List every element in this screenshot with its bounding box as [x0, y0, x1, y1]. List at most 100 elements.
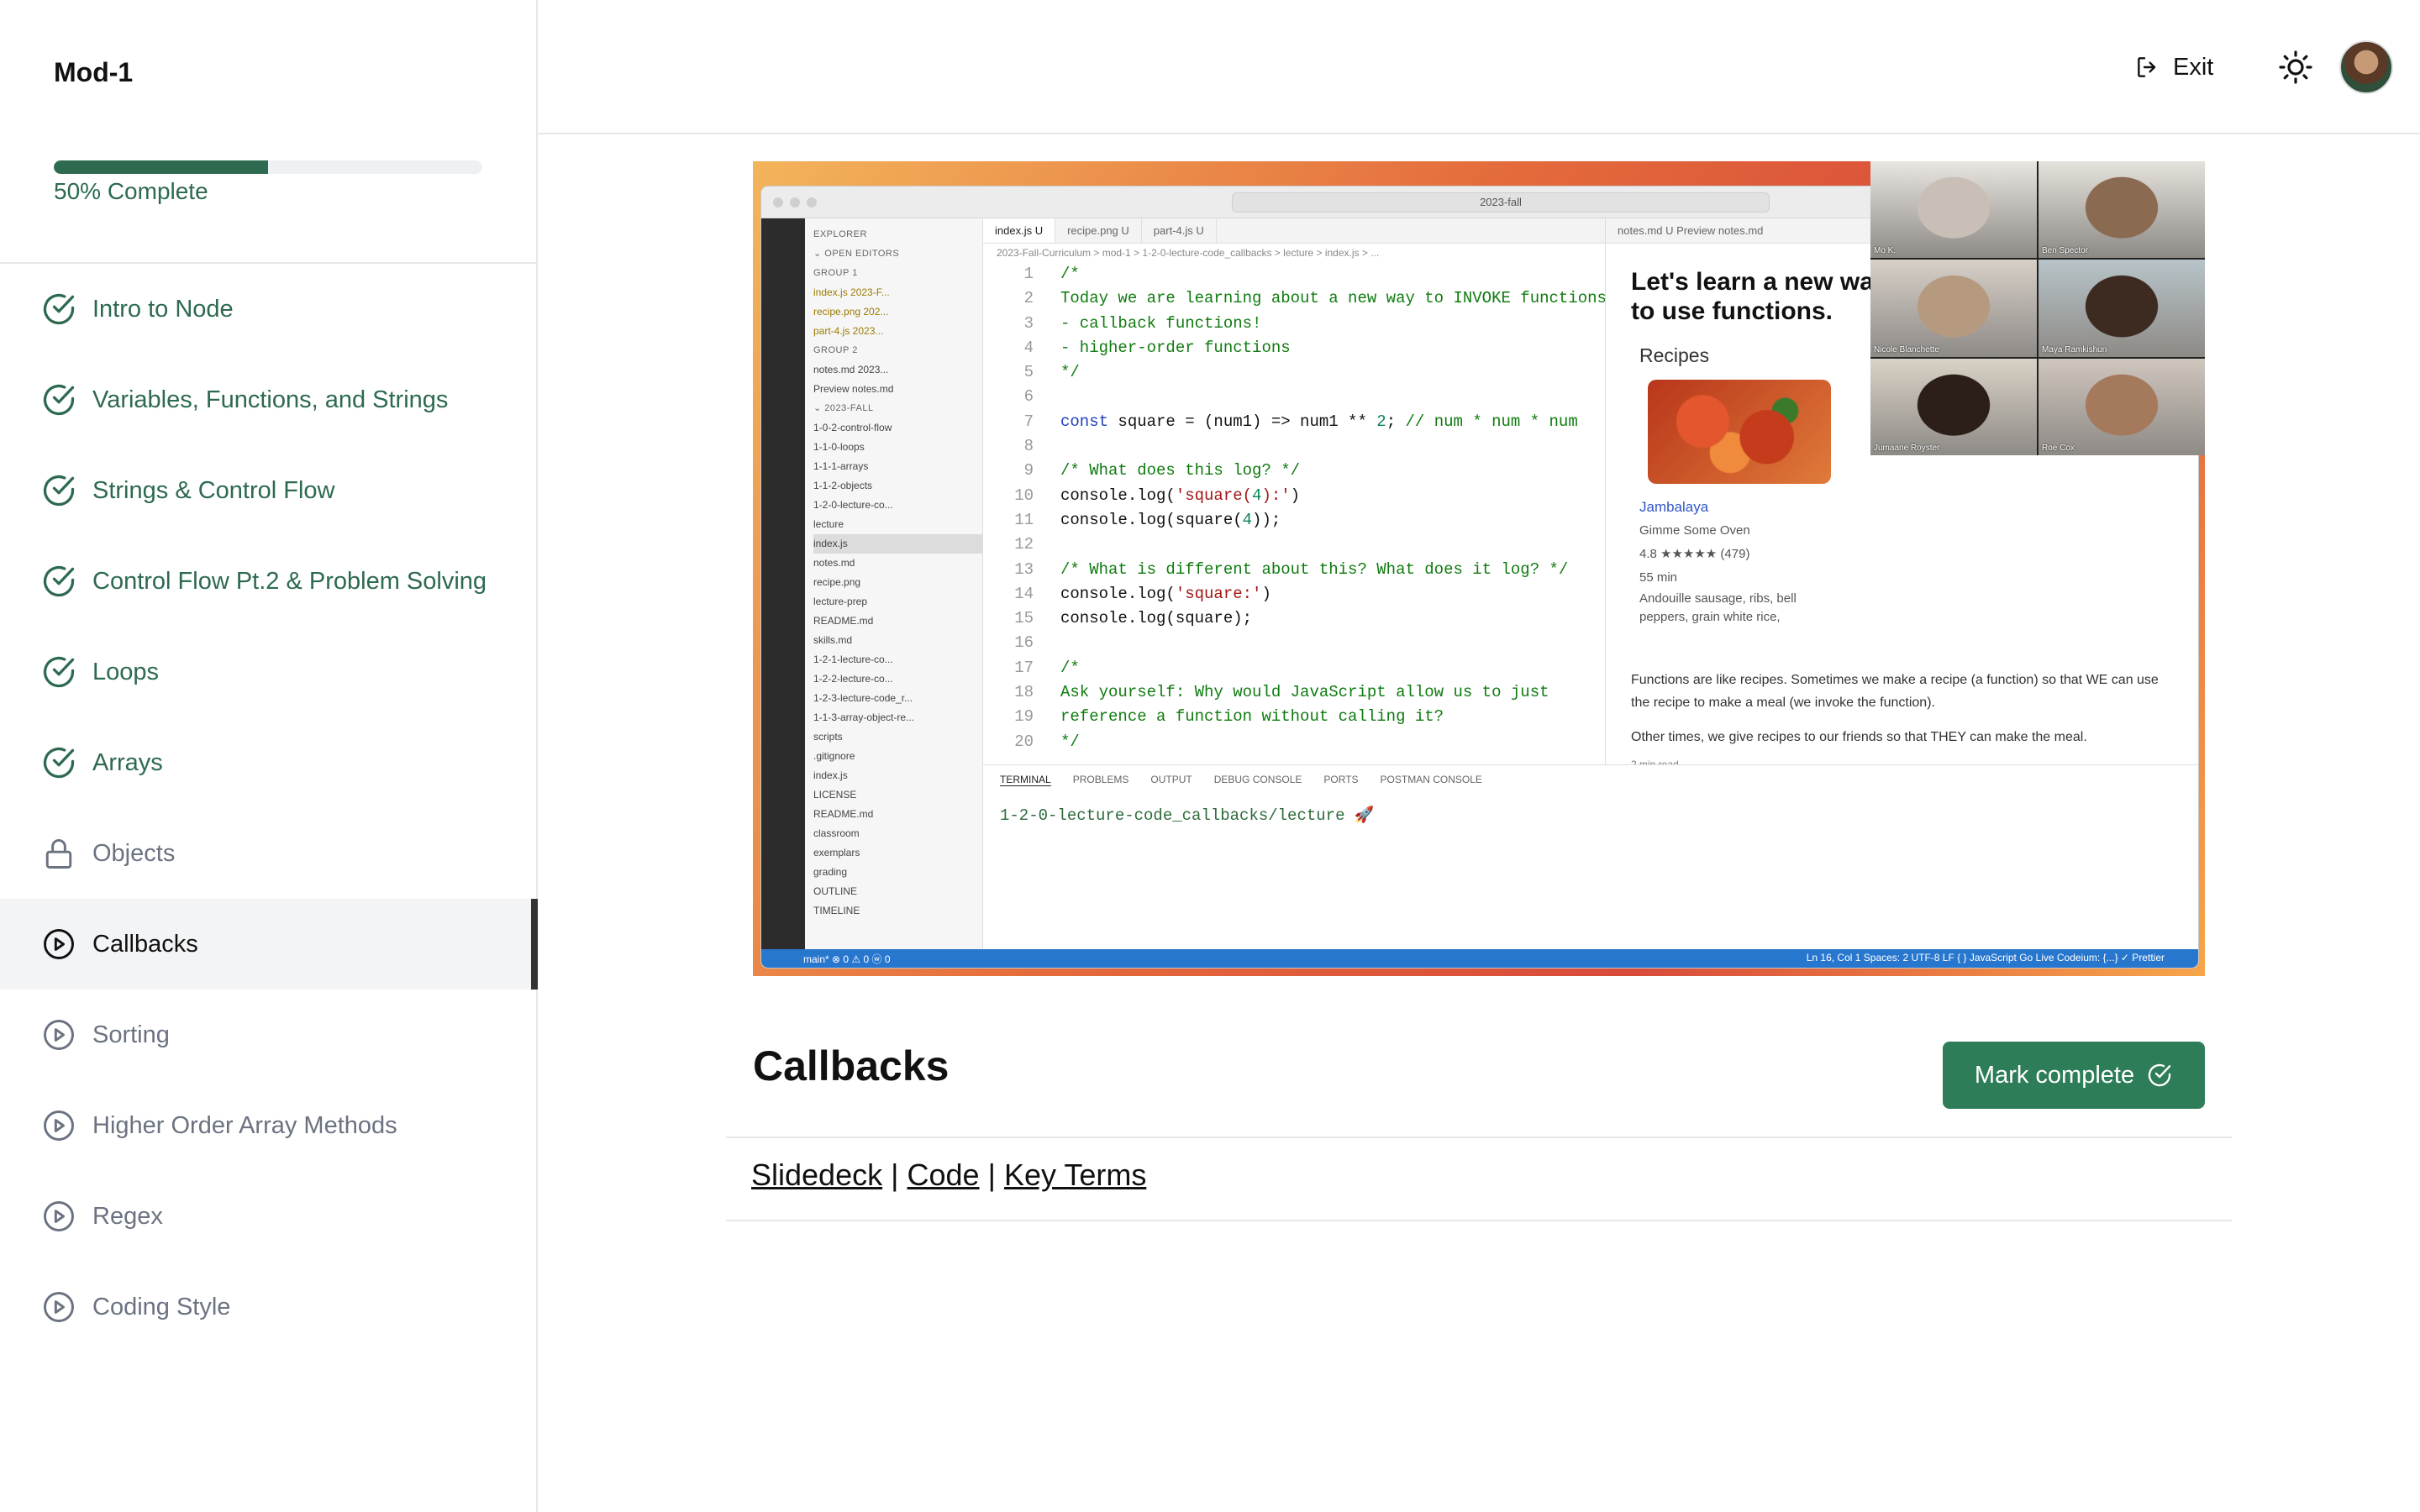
preview-title: Let's learn a new way to use functions.: [1631, 268, 1888, 325]
explorer-tree-item: lecture: [813, 518, 844, 530]
sidebar-item-label: Higher Order Array Methods: [92, 1111, 397, 1139]
user-avatar[interactable]: [2339, 40, 2393, 94]
code-line: 10 console.log('square(4):'): [1014, 486, 1301, 505]
progress-bar: [54, 160, 482, 174]
explorer-tree-item: TIMELINE: [813, 905, 860, 916]
sidebar-item-loops[interactable]: Loops: [0, 627, 538, 717]
preview-paragraph-1: Functions are like recipes. Sometimes we…: [1631, 673, 2159, 710]
code-lines: 1/* 2 Today we are learning about a new wa…: [983, 262, 1607, 754]
recipe-source: Gimme Some Oven: [1639, 523, 1750, 538]
code-line: 9/* What does this log? */: [1023, 461, 1301, 480]
terminal-tab: PORTS: [1323, 774, 1359, 785]
exit-button[interactable]: Exit: [2134, 47, 2213, 87]
slidedeck-link[interactable]: Slidedeck: [751, 1158, 882, 1192]
explorer-tree-item: README.md: [813, 808, 874, 820]
status-left: main* ⊗ 0 ⚠ 0 ⓦ 0: [803, 953, 891, 965]
progress-label: 50% Complete: [54, 178, 208, 204]
sidebar-item-variables-functions-strings[interactable]: Variables, Functions, and Strings: [0, 354, 538, 445]
recipe-name: Jambalaya: [1639, 499, 1709, 515]
code-line: 7 const square = (num1) => num1 ** 2; // …: [1023, 412, 1578, 431]
explorer-file: recipe.png 202...: [813, 306, 889, 318]
terminal-tab: OUTPUT: [1150, 774, 1192, 785]
terminal-tab: DEBUG CONSOLE: [1213, 774, 1302, 785]
recipe-meta: Jambalaya Gimme Some Oven 4.8 ★★★★★ (479…: [1639, 496, 1833, 627]
sidebar-item-label: Strings & Control Flow: [92, 476, 335, 504]
sidebar-item-callbacks[interactable]: Callbacks: [0, 899, 538, 990]
code-line: 6: [1023, 387, 1034, 407]
lock-icon: [40, 835, 77, 872]
explorer-tree-item: notes.md: [813, 557, 855, 569]
sidebar-item-label: Intro to Node: [92, 295, 234, 323]
sidebar-item-label: Coding Style: [92, 1293, 231, 1320]
exit-icon: [2138, 57, 2156, 77]
code-line: 4- higher-order functions: [1023, 338, 1291, 357]
check-circle-icon: [2148, 1063, 2171, 1087]
participant-name: Ben Spector: [2042, 246, 2089, 256]
sidebar-item-strings-control-flow[interactable]: Strings & Control Flow: [0, 445, 538, 536]
terminal-tabs: TERMINAL PROBLEMS OUTPUT DEBUG CONSOLE PORTS…: [983, 765, 2198, 795]
mark-complete-label: Mark complete: [1974, 1061, 2135, 1089]
vscode-status-bar: main* ⊗ 0 ⚠ 0 ⓦ 0 Ln 16, Col 1 Spaces: 2…: [761, 949, 2198, 968]
explorer-group: GROUP 1: [813, 268, 858, 278]
play-circle-icon: [40, 1198, 77, 1235]
code-line: 20 */: [1014, 732, 1080, 751]
sidebar-item-intro-to-node[interactable]: Intro to Node: [0, 264, 538, 354]
code-line: 15 console.log(square);: [1014, 609, 1253, 628]
explorer-section: ⌄ OPEN EDITORS: [813, 249, 900, 259]
recipe-time: 55 min: [1639, 570, 1678, 585]
explorer-file: part-4.js 2023...: [813, 325, 884, 337]
editor-tabs: index.js Urecipe.png Upart-4.js U: [983, 218, 1605, 244]
code-line: 2 Today we are learning about a new way t…: [1023, 289, 1607, 308]
editor-tab: recipe.png U: [1055, 218, 1142, 243]
participant-tile: Jumaane Royster: [1870, 358, 2037, 455]
sidebar-item-label: Objects: [92, 839, 176, 867]
sidebar-item-regex[interactable]: Regex: [0, 1171, 538, 1262]
explorer-tree-item: 1-2-0-lecture-co...: [813, 499, 893, 511]
explorer-tree-item: 1-2-1-lecture-co...: [813, 654, 893, 665]
lecture-video[interactable]: 2023-fall EXPLORER ⌄ OPEN EDITORS GROUP 1…: [753, 161, 2205, 976]
explorer-file: index.js 2023-F...: [813, 286, 890, 298]
sidebar-item-arrays[interactable]: Arrays: [0, 717, 538, 808]
mark-complete-button[interactable]: Mark complete: [1943, 1042, 2205, 1109]
sidebar-item-objects[interactable]: Objects: [0, 808, 538, 899]
video-participants: Mo K. Ben Spector Nicole Blanchette Maya Ra…: [1870, 161, 2205, 455]
sidebar-item-coding-style[interactable]: Coding Style: [0, 1262, 538, 1352]
code-link[interactable]: Code: [907, 1158, 979, 1192]
recipe-rating: 4.8 ★★★★★ (479): [1639, 547, 1750, 561]
sidebar-item-sorting[interactable]: Sorting: [0, 990, 538, 1080]
play-circle-icon: [40, 1016, 77, 1053]
participant-name: Maya Ramkishun: [2042, 344, 2107, 354]
explorer-tree-item: index.js: [813, 769, 848, 781]
participant-name: Nicole Blanchette: [1874, 344, 1939, 354]
recipe-image: [1648, 380, 1831, 484]
sidebar-item-higher-order-array-methods[interactable]: Higher Order Array Methods: [0, 1080, 538, 1171]
key-terms-link[interactable]: Key Terms: [1004, 1158, 1146, 1192]
explorer-tree-item: scripts: [813, 731, 843, 743]
explorer-tree-item: 1-1-3-array-object-re...: [813, 711, 915, 723]
sidebar-item-control-flow-pt2[interactable]: Control Flow Pt.2 & Problem Solving: [0, 536, 538, 627]
explorer-tree-item: exemplars: [813, 847, 860, 858]
code-line: 5 */: [1023, 363, 1080, 382]
explorer-tree-item: skills.md: [813, 634, 853, 646]
explorer-tree-item: .gitignore: [813, 750, 855, 762]
code-line: 11 console.log(square(4));: [1014, 510, 1281, 529]
recipe-ingredients: Andouille sausage, ribs, bell peppers, g…: [1639, 591, 1797, 624]
preview-paragraph-2: Other times, we give recipes to our frie…: [1631, 730, 2087, 744]
participant-tile: Roe Cox: [2039, 358, 2205, 455]
divider: [726, 1137, 2232, 1138]
play-circle-icon: [40, 926, 77, 963]
sidebar-item-label: Loops: [92, 658, 160, 685]
explorer-tree-item: recipe.png: [813, 576, 861, 588]
terminal-tab: POSTMAN CONSOLE: [1380, 774, 1482, 785]
play-circle-icon: [40, 1107, 77, 1144]
vscode-activity-bar: [761, 218, 805, 949]
lesson-title: Callbacks: [753, 1042, 950, 1089]
code-line: 18 Ask yourself: Why would JavaScript all…: [1014, 683, 1549, 702]
participant-tile: Ben Spector: [2039, 161, 2205, 259]
terminal-tab: TERMINAL: [1000, 774, 1051, 786]
theme-toggle-button[interactable]: [2275, 47, 2316, 87]
terminal-panel: TERMINAL PROBLEMS OUTPUT DEBUG CONSOLE PORTS…: [983, 764, 2198, 949]
explorer-tree-item: OUTLINE: [813, 885, 858, 897]
explorer-tree-item: 1-0-2-control-flow: [813, 422, 892, 433]
explorer-file: notes.md 2023...: [813, 364, 889, 375]
